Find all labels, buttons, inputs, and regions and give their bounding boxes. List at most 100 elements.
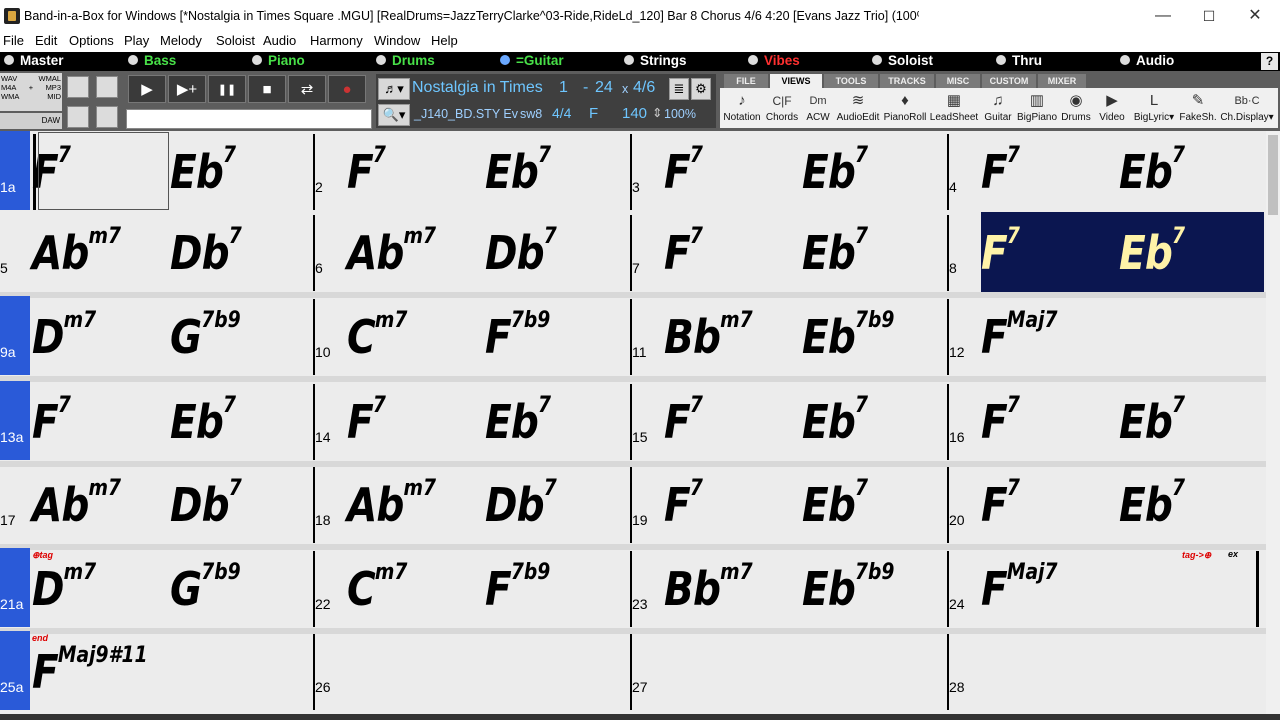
chord-symbol[interactable]: FMaj9#11 [32,643,148,699]
daw-button[interactable]: DAW [0,113,62,129]
chord-symbol[interactable]: F7 [664,393,703,449]
open-song-icon[interactable] [67,76,89,98]
acw-button[interactable]: Dm ACW [802,90,834,126]
chord-symbol[interactable]: F7b9 [485,308,550,364]
tab-custom[interactable]: CUSTOM [982,74,1036,88]
menu-harmony[interactable]: Harmony [310,33,363,48]
chord-symbol[interactable]: Cm7 [347,308,407,364]
tempo[interactable]: 140 [622,105,647,122]
song-key[interactable]: F [589,105,598,122]
chord-symbol[interactable]: Eb7 [802,476,868,532]
feel[interactable]: sw8 [520,107,542,121]
chord-symbol[interactable]: Bbm7 [664,560,753,616]
track-bass[interactable]: Bass [128,53,176,68]
chord-symbol[interactable]: Abm7 [347,476,436,532]
audioedit-button[interactable]: ≋ AudioEdit [834,90,882,126]
chord-symbol[interactable]: F7 [664,143,703,199]
chord-symbol[interactable]: G7b9 [170,560,241,616]
start-bar[interactable]: 1 [559,79,568,97]
chord-symbol[interactable]: F7 [664,476,703,532]
chord-symbol[interactable]: Eb7 [1119,393,1185,449]
chord-symbol[interactable]: Abm7 [347,224,436,280]
biglyric-button[interactable]: L BigLyric▾ [1130,90,1178,126]
chord-symbol[interactable]: Db7 [170,224,242,280]
chord-symbol[interactable]: Eb7 [1119,476,1185,532]
choruses[interactable]: 4/6 [633,79,655,97]
drums-button[interactable]: ◉ Drums [1058,90,1094,126]
help-button[interactable]: ? [1261,53,1278,70]
close-button[interactable]: ✕ [1232,4,1278,28]
play-from-button[interactable]: ▶+ [168,75,206,103]
notation-button[interactable]: ♪ Notation [722,90,762,126]
loop-button[interactable]: ⇄ [288,75,326,103]
tab-tracks[interactable]: TRACKS [880,74,934,88]
chord-symbol[interactable]: Dm7 [32,308,96,364]
pause-button[interactable]: ❚❚ [208,75,246,103]
pianoroll-button[interactable]: ♦ PianoRoll [882,90,928,126]
scroll-thumb[interactable] [1268,135,1278,215]
chord-symbol[interactable]: Eb7 [170,143,236,199]
notes-icon[interactable]: ≣ [669,78,689,100]
chord-symbol[interactable]: Dm7 [32,560,96,616]
chord-symbol[interactable]: Eb7 [1119,143,1185,199]
chord-symbol[interactable]: Eb7 [1119,224,1185,280]
chord-symbol[interactable]: Abm7 [32,224,121,280]
tab-mixer[interactable]: MIXER [1038,74,1086,88]
chord-symbol[interactable]: Abm7 [32,476,121,532]
minimize-button[interactable]: — [1140,4,1186,28]
chord-symbol[interactable]: G7b9 [170,308,241,364]
tab-views[interactable]: VIEWS [770,74,822,88]
settings-icon[interactable]: ⚙ [691,78,711,100]
save-icon[interactable] [67,106,89,128]
chord-symbol[interactable]: FMaj7 [981,560,1058,616]
tab-misc[interactable]: MISC [936,74,980,88]
chord-sheet[interactable]: 1a F7 Eb7 2 F7 Eb7 3 F7 Eb7 4 F7 Eb7 5 Abm7 Db7 6 Abm7 Db… [0,131,1266,714]
end-bar[interactable]: 24 [595,79,613,97]
chord-symbol[interactable]: Eb7b9 [802,308,894,364]
section-marker-tab[interactable] [0,131,30,210]
menu-file[interactable]: File [3,33,24,48]
section-marker-tab[interactable] [0,548,30,627]
bar-position-meter[interactable] [126,109,372,129]
menu-options[interactable]: Options [69,33,114,48]
chord-symbol[interactable]: Db7 [485,224,557,280]
chord-symbol[interactable]: Eb7 [802,224,868,280]
menu-window[interactable]: Window [374,33,420,48]
track-audio[interactable]: Audio [1120,53,1174,68]
track-master[interactable]: Master [4,53,64,68]
maximize-button[interactable]: ☐ [1186,4,1232,28]
track-soloist[interactable]: Soloist [872,53,933,68]
time-signature[interactable]: 4/4 [552,105,571,121]
chord-symbol[interactable]: Eb7 [170,393,236,449]
menu-melody[interactable]: Melody [160,33,202,48]
fakesheet-button[interactable]: ✎ FakeSh. [1178,90,1218,126]
style-menu-icon[interactable]: 🔍▾ [378,104,410,126]
chord-symbol[interactable]: FMaj7 [981,308,1058,364]
vertical-scrollbar[interactable] [1266,131,1280,714]
chord-symbol[interactable]: F7 [32,393,71,449]
horizontal-scrollbar[interactable] [0,714,1280,720]
track-piano[interactable]: Piano [252,53,305,68]
chord-symbol[interactable]: Cm7 [347,560,407,616]
section-marker-tab[interactable] [0,296,30,375]
app-icon[interactable] [4,8,20,24]
leadsheet-button[interactable]: ▦ LeadSheet [928,90,980,126]
menu-audio[interactable]: Audio [263,33,296,48]
stop-button[interactable]: ■ [248,75,286,103]
section-marker-tab[interactable] [0,381,30,460]
video-button[interactable]: ▶ Video [1094,90,1130,126]
tab-file[interactable]: FILE [724,74,768,88]
song-title[interactable]: Nostalgia in Times [412,79,543,97]
track-drums[interactable]: Drums [376,53,435,68]
generate-icon[interactable] [96,106,118,128]
chord-symbol[interactable]: Eb7 [485,393,551,449]
render-format-button[interactable]: WAV WMAL M4A + MP3 WMA MID [0,73,62,111]
track-strings[interactable]: Strings [624,53,687,68]
menu-soloist[interactable]: Soloist [216,33,255,48]
section-marker-tab[interactable] [0,631,30,710]
chord-symbol[interactable]: F7b9 [485,560,550,616]
chord-symbol[interactable]: F7 [981,476,1020,532]
menu-help[interactable]: Help [431,33,458,48]
chord-display-button[interactable]: Bb·C Ch.Display▾ [1218,90,1276,126]
record-button[interactable]: ● [328,75,366,103]
